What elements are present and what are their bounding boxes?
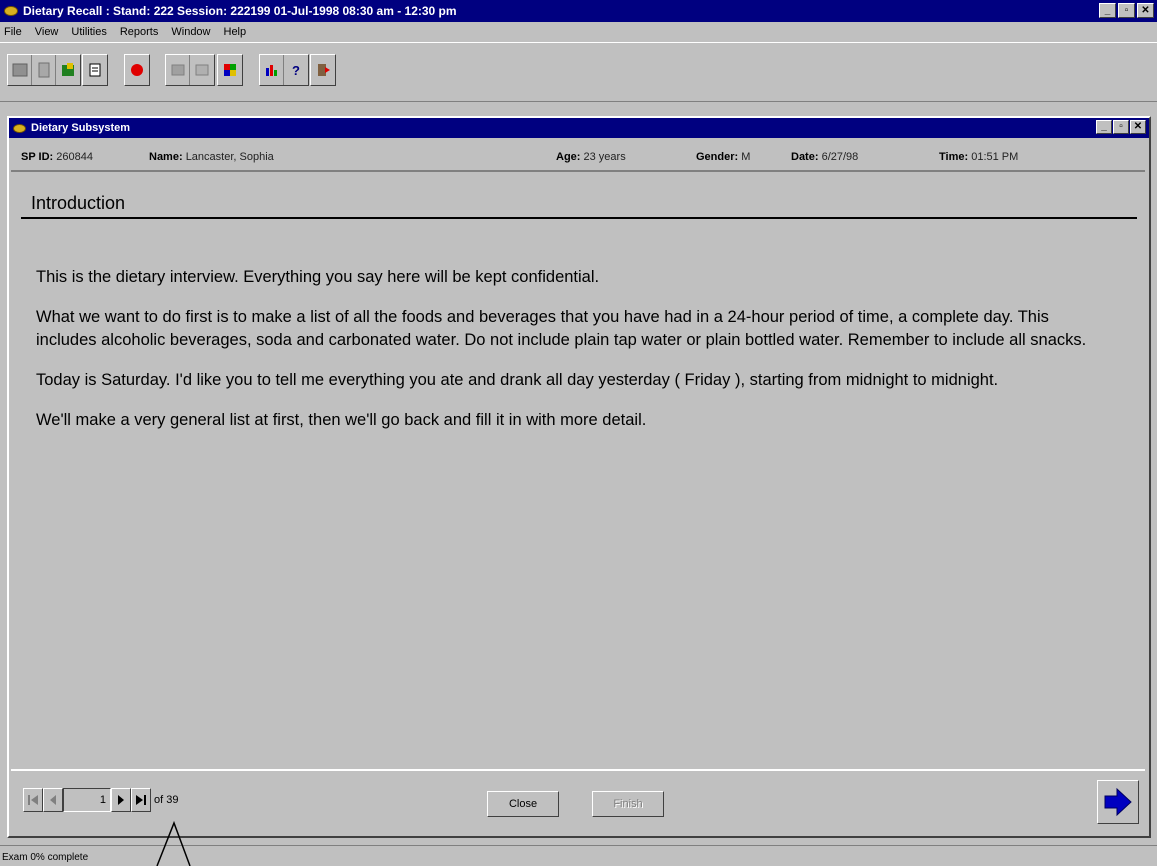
restore-button[interactable]: ▫ xyxy=(1118,3,1135,18)
menu-file[interactable]: File xyxy=(4,26,22,38)
close-button[interactable]: Close xyxy=(487,791,559,817)
chart-icon[interactable] xyxy=(260,55,284,85)
finish-button[interactable]: Finish xyxy=(592,791,664,817)
toolbar-group-3 xyxy=(124,54,150,86)
first-page-icon[interactable] xyxy=(23,788,43,812)
dietary-subsystem-window: Dietary Subsystem _ ▫ ✕ SP ID: 260844 Na… xyxy=(7,116,1151,838)
intro-text: This is the dietary interview. Everythin… xyxy=(36,266,1106,449)
sp-id: SP ID: 260844 xyxy=(21,151,93,163)
respondent-info-bar: SP ID: 260844 Name: Lancaster, Sophia Ag… xyxy=(11,142,1145,172)
toolbar-group-5 xyxy=(217,54,243,86)
menu-help[interactable]: Help xyxy=(224,26,247,38)
child-maximize-button[interactable]: ▫ xyxy=(1113,120,1129,134)
toolbar-group-4 xyxy=(165,54,215,86)
stop-icon[interactable] xyxy=(125,55,149,85)
paragraph: We'll make a very general list at first,… xyxy=(36,411,647,429)
grid-icon[interactable] xyxy=(8,55,32,85)
calculator-icon[interactable] xyxy=(190,55,214,85)
notes-icon[interactable] xyxy=(83,55,107,85)
menubar: File View Utilities Reports Window Help xyxy=(0,22,1157,42)
last-page-icon[interactable] xyxy=(131,788,151,812)
app-icon xyxy=(4,6,18,16)
page-navigator: 1 of 39 xyxy=(23,788,178,812)
minimize-button[interactable]: _ xyxy=(1099,3,1116,18)
paragraph: Today is Saturday. I'd like you to tell … xyxy=(36,371,999,389)
menu-reports[interactable]: Reports xyxy=(120,26,159,38)
respondent-age: Age: 23 years xyxy=(556,151,626,163)
section-title: Introduction xyxy=(31,193,126,213)
toolbar-group-2 xyxy=(82,54,108,86)
child-close-button[interactable]: ✕ xyxy=(1130,120,1146,134)
edit-icon[interactable] xyxy=(56,55,80,85)
menu-window[interactable]: Window xyxy=(171,26,210,38)
page-number-field[interactable]: 1 xyxy=(63,788,111,812)
menu-view[interactable]: View xyxy=(35,26,59,38)
close-window-button[interactable]: ✕ xyxy=(1137,3,1154,18)
child-window-controls: _ ▫ ✕ xyxy=(1096,120,1146,134)
callout-arrow xyxy=(156,820,191,866)
clipboard-icon[interactable] xyxy=(32,55,56,85)
respondent-name: Name: Lancaster, Sophia xyxy=(149,151,274,163)
paragraph: This is the dietary interview. Everythin… xyxy=(36,268,600,286)
child-minimize-button[interactable]: _ xyxy=(1096,120,1112,134)
prev-page-icon[interactable] xyxy=(43,788,63,812)
toolbar-group-6: ? xyxy=(259,54,309,86)
interview-time: Time: 01:51 PM xyxy=(939,151,1019,163)
child-titlebar[interactable]: Dietary Subsystem _ ▫ ✕ xyxy=(9,118,1149,138)
next-page-icon[interactable] xyxy=(111,788,131,812)
section-divider xyxy=(21,217,1137,219)
transfer-icon[interactable] xyxy=(166,55,190,85)
child-title: Dietary Subsystem xyxy=(31,122,131,134)
window-controls: _ ▫ ✕ xyxy=(1099,3,1154,18)
respondent-gender: Gender: M xyxy=(696,151,751,163)
toolbar-group-1 xyxy=(7,54,81,86)
svg-text:?: ? xyxy=(292,63,300,78)
help-icon[interactable]: ? xyxy=(284,55,308,85)
menu-utilities[interactable]: Utilities xyxy=(71,26,106,38)
next-arrow-icon[interactable] xyxy=(1097,780,1139,824)
toolbar-group-7 xyxy=(310,54,336,86)
application-window: Dietary Recall : Stand: 222 Session: 222… xyxy=(0,0,1157,866)
page-count: of 39 xyxy=(154,794,179,806)
foods-icon[interactable] xyxy=(218,55,242,85)
paragraph: What we want to do first is to make a li… xyxy=(36,308,1087,349)
app-titlebar[interactable]: Dietary Recall : Stand: 222 Session: 222… xyxy=(0,0,1157,22)
interview-date: Date: 6/27/98 xyxy=(791,151,859,163)
app-title: Dietary Recall : Stand: 222 Session: 222… xyxy=(23,4,457,18)
exit-icon[interactable] xyxy=(311,55,335,85)
subsystem-icon xyxy=(13,123,26,133)
